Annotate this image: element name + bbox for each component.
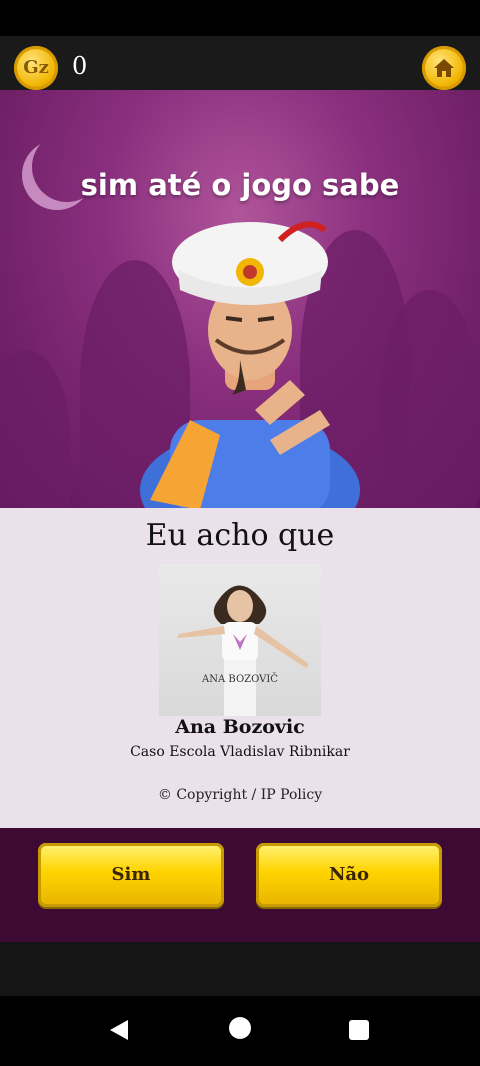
answer-buttons: Sim Não [0,828,480,942]
genie-scene: sim até o jogo sabe [0,90,480,508]
back-triangle-icon[interactable] [108,1018,130,1042]
home-button[interactable] [422,46,466,90]
bottom-spacer [0,942,480,996]
system-nav-bar [0,996,480,1066]
gz-coin-icon[interactable]: Gz [14,46,58,90]
guess-name: Ana Bozovic [175,716,305,738]
guess-title: Eu acho que [145,518,335,553]
home-icon [434,59,454,77]
character-silhouette [380,290,480,508]
guess-photo: ANA BOZOVIČ [159,564,321,716]
photo-caption: ANA BOZOVIČ [202,674,278,685]
guess-panel: Eu acho que ANA BOZOVIČ Ana Bozovic Caso… [0,508,480,828]
top-bar: Gz 0 [0,36,480,90]
person-photo-illustration [177,585,309,716]
copyright-link[interactable]: © Copyright / IP Policy [0,787,480,803]
genie-illustration [140,221,360,508]
coin-count: 0 [72,52,88,80]
recents-square-icon[interactable] [349,1020,369,1040]
yes-button[interactable]: Sim [38,843,224,907]
home-circle-icon[interactable] [229,1017,251,1039]
status-bar [0,0,480,36]
character-silhouette [0,350,70,508]
guess-description: Caso Escola Vladislav Ribnikar [130,744,350,760]
no-button[interactable]: Não [256,843,442,907]
genie-dialog-text: sim até o jogo sabe [80,168,400,202]
